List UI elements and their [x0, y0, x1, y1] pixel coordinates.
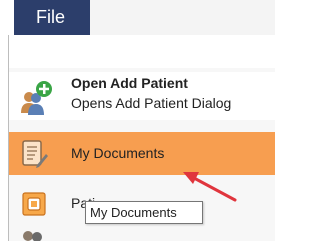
people-icon: [19, 229, 49, 241]
print-icon: [19, 189, 49, 219]
menu-item-open-add-patient[interactable]: Open Add Patient Opens Add Patient Dialo…: [9, 72, 275, 120]
menu-item-title: Open Add Patient: [71, 75, 188, 91]
add-patient-icon: [19, 81, 52, 115]
file-tab[interactable]: File: [14, 0, 90, 35]
menu-item-my-documents[interactable]: My Documents: [9, 132, 275, 175]
documents-icon: [19, 139, 49, 169]
menu-top-spacer: [9, 35, 275, 68]
app-window: File Open Add Patient Opens Add Patient …: [0, 0, 275, 241]
menu-item-partial[interactable]: [9, 229, 275, 241]
menu-item-description: Opens Add Patient Dialog: [71, 95, 232, 111]
tooltip: My Documents: [85, 201, 203, 224]
menu-item-title: My Documents: [71, 145, 165, 161]
ribbon-strip: [90, 0, 275, 36]
